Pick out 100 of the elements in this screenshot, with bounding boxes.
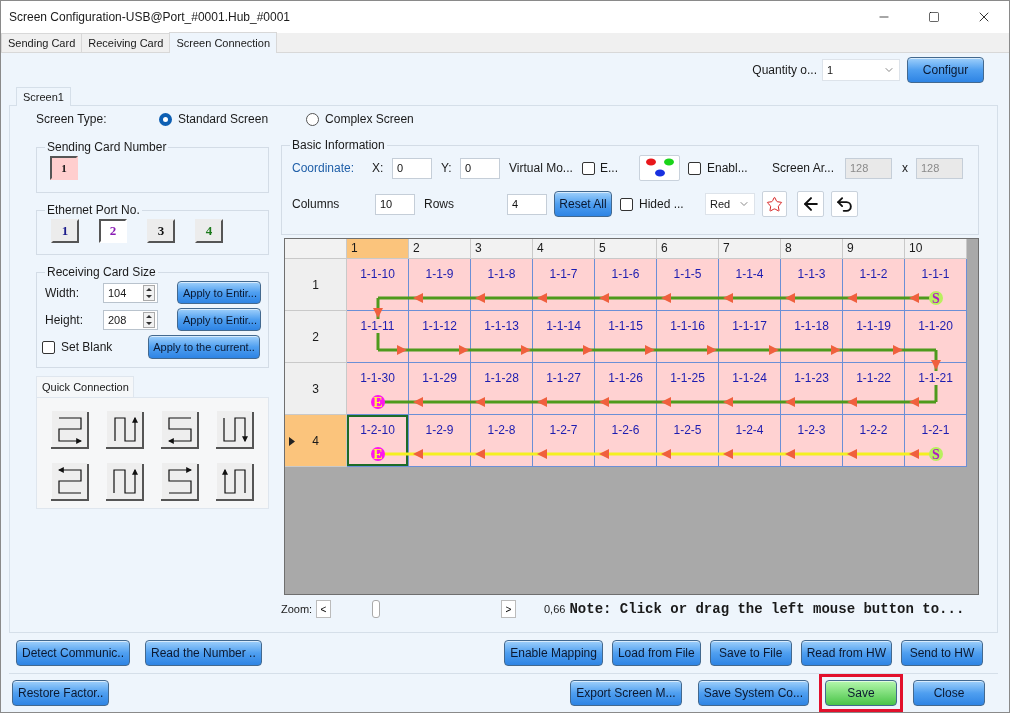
number-spinner[interactable]: 208: [103, 309, 158, 330]
grid-cell[interactable]: 1-1-13: [471, 311, 533, 363]
action-button[interactable]: Save to File: [709, 640, 792, 666]
action-button[interactable]: Read from HW: [800, 640, 892, 666]
x-field[interactable]: 0: [392, 157, 432, 179]
route-pattern-icon[interactable]: [51, 462, 89, 502]
star-button[interactable]: [762, 191, 787, 217]
route-pattern-icon[interactable]: [106, 462, 144, 502]
apply-button[interactable]: Apply to Entir...: [177, 308, 261, 331]
row-header[interactable]: 1: [285, 259, 347, 311]
grid-cell[interactable]: 1-2-7: [533, 415, 595, 467]
grid-cell[interactable]: 1-1-21: [905, 363, 967, 415]
tab[interactable]: Sending Card: [1, 33, 83, 52]
card-number-button[interactable]: 1: [50, 156, 78, 180]
action-button[interactable]: Detect Communic..: [16, 640, 131, 666]
grid-cell[interactable]: 1-1-29: [409, 363, 471, 415]
grid-cell[interactable]: 1-1-27: [533, 363, 595, 415]
tab[interactable]: Screen Connection: [169, 32, 278, 53]
checkbox[interactable]: [688, 161, 701, 175]
grid-cell[interactable]: 1-2-4: [719, 415, 781, 467]
route-pattern-icon[interactable]: [216, 462, 254, 502]
grid-cell[interactable]: 1-2-5: [657, 415, 719, 467]
number-spinner[interactable]: 104: [103, 282, 158, 303]
zoom-in-button[interactable]: >: [501, 600, 516, 618]
column-header[interactable]: 8: [781, 239, 843, 259]
slider-thumb[interactable]: [371, 600, 380, 618]
row-header[interactable]: 2: [285, 311, 347, 363]
grid-cell[interactable]: 1-1-28: [471, 363, 533, 415]
zoom-out-button[interactable]: <: [316, 600, 331, 618]
grid-cell[interactable]: 1-1-9: [409, 259, 471, 311]
checkbox[interactable]: [42, 340, 55, 354]
port-button[interactable]: 3: [147, 219, 175, 243]
row-header[interactable]: 4: [285, 415, 347, 467]
column-header[interactable]: 2: [409, 239, 471, 259]
grid-cell[interactable]: 1-2-6: [595, 415, 657, 467]
column-header[interactable]: 4: [533, 239, 595, 259]
route-pattern-icon[interactable]: [161, 462, 199, 502]
column-header[interactable]: 6: [657, 239, 719, 259]
grid-cell[interactable]: 1-1-24: [719, 363, 781, 415]
tab[interactable]: Screen1: [16, 87, 71, 106]
restore-button[interactable]: Restore Factor..: [12, 680, 110, 706]
route-pattern-icon[interactable]: [161, 410, 199, 450]
radio-button[interactable]: [306, 112, 320, 126]
grid-cell[interactable]: 1-1-18: [781, 311, 843, 363]
columns-field[interactable]: 10: [375, 193, 415, 215]
grid-cell[interactable]: 1-2-8: [471, 415, 533, 467]
grid-cell[interactable]: 1-1-2: [843, 259, 905, 311]
route-pattern-icon[interactable]: [106, 410, 144, 450]
action-button[interactable]: Enable Mapping: [504, 640, 603, 666]
undo-button[interactable]: [831, 191, 858, 217]
reset-all-button[interactable]: Reset All: [554, 191, 612, 217]
apply-button[interactable]: Apply to Entir...: [177, 281, 261, 304]
column-header[interactable]: 3: [471, 239, 533, 259]
grid-cell[interactable]: 1-1-25: [657, 363, 719, 415]
port-button[interactable]: 4: [195, 219, 223, 243]
grid-cell[interactable]: 1-2-2: [843, 415, 905, 467]
column-header[interactable]: 10: [905, 239, 967, 259]
port-button[interactable]: 2: [99, 219, 127, 243]
back-button[interactable]: [797, 191, 824, 217]
action-button[interactable]: Read the Number ..: [145, 640, 262, 666]
footer-button[interactable]: Save System Co...: [697, 680, 809, 706]
grid-cell[interactable]: 1-1-4: [719, 259, 781, 311]
footer-button[interactable]: Export Screen M...: [570, 680, 682, 706]
column-header[interactable]: 9: [843, 239, 905, 259]
grid-cell[interactable]: 1-1-12: [409, 311, 471, 363]
grid-cell[interactable]: 1-1-26: [595, 363, 657, 415]
configure-button[interactable]: Configur: [907, 56, 984, 83]
color-dropdown[interactable]: Red: [705, 193, 755, 215]
column-header[interactable]: 7: [719, 239, 781, 259]
column-header[interactable]: 1: [347, 239, 409, 259]
grid-cell[interactable]: 1-1-11: [347, 311, 409, 363]
row-header[interactable]: 3: [285, 363, 347, 415]
footer-button[interactable]: Close: [913, 680, 985, 706]
grid-cell[interactable]: 1-1-14: [533, 311, 595, 363]
grid-cell[interactable]: 1-1-7: [533, 259, 595, 311]
quantity-dropdown[interactable]: 1: [822, 58, 900, 81]
grid-cell[interactable]: 1-1-20: [905, 311, 967, 363]
grid-cell[interactable]: 1-1-5: [657, 259, 719, 311]
radio-button[interactable]: [159, 112, 172, 126]
route-pattern-icon[interactable]: [51, 410, 89, 450]
checkbox[interactable]: [582, 161, 595, 175]
grid-cell[interactable]: 1-1-15: [595, 311, 657, 363]
grid-cell[interactable]: 1-1-22: [843, 363, 905, 415]
action-button[interactable]: Send to HW: [901, 640, 983, 666]
rows-field[interactable]: 4: [507, 193, 547, 215]
grid-cell[interactable]: 1-2-9: [409, 415, 471, 467]
action-button[interactable]: Load from File: [611, 640, 701, 666]
tab[interactable]: Receiving Card: [81, 33, 171, 52]
port-button[interactable]: 1: [51, 219, 79, 243]
grid-cell[interactable]: 1-1-19: [843, 311, 905, 363]
grid-cell[interactable]: 1-1-16: [657, 311, 719, 363]
y-field[interactable]: 0: [460, 157, 500, 179]
checkbox[interactable]: [620, 197, 633, 211]
color-button[interactable]: [639, 155, 680, 181]
grid-cell[interactable]: 1-1-8: [471, 259, 533, 311]
grid-cell[interactable]: 1-1-3: [781, 259, 843, 311]
grid-cell[interactable]: 1-1-17: [719, 311, 781, 363]
grid-cell[interactable]: 1-1-23: [781, 363, 843, 415]
column-header[interactable]: 5: [595, 239, 657, 259]
apply-button[interactable]: Apply to the current..: [148, 335, 260, 359]
